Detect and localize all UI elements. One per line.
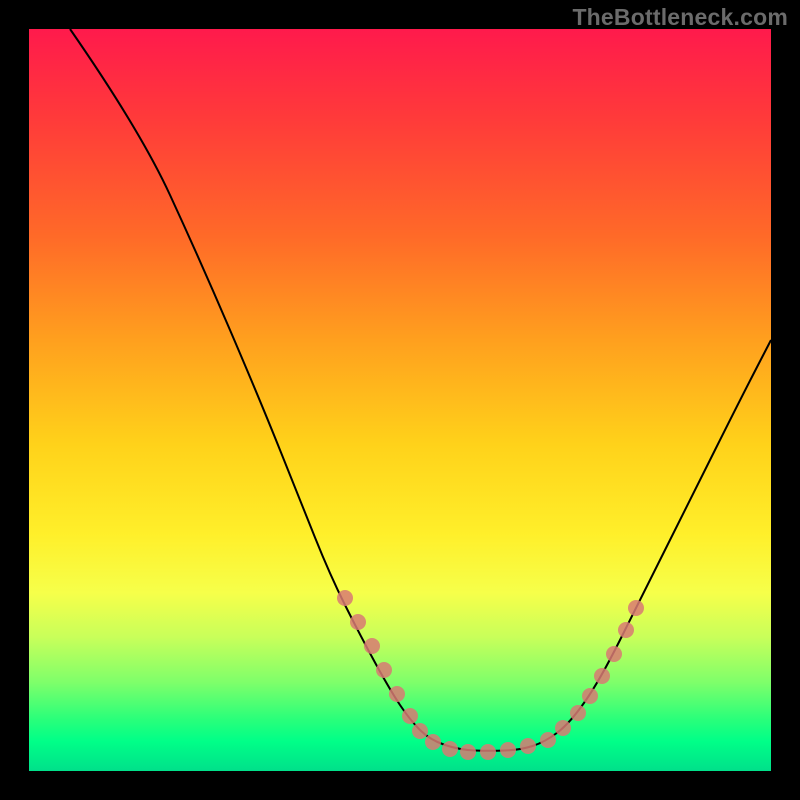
gradient-panel bbox=[29, 29, 771, 771]
watermark-text: TheBottleneck.com bbox=[572, 4, 788, 31]
stage: TheBottleneck.com bbox=[0, 0, 800, 800]
